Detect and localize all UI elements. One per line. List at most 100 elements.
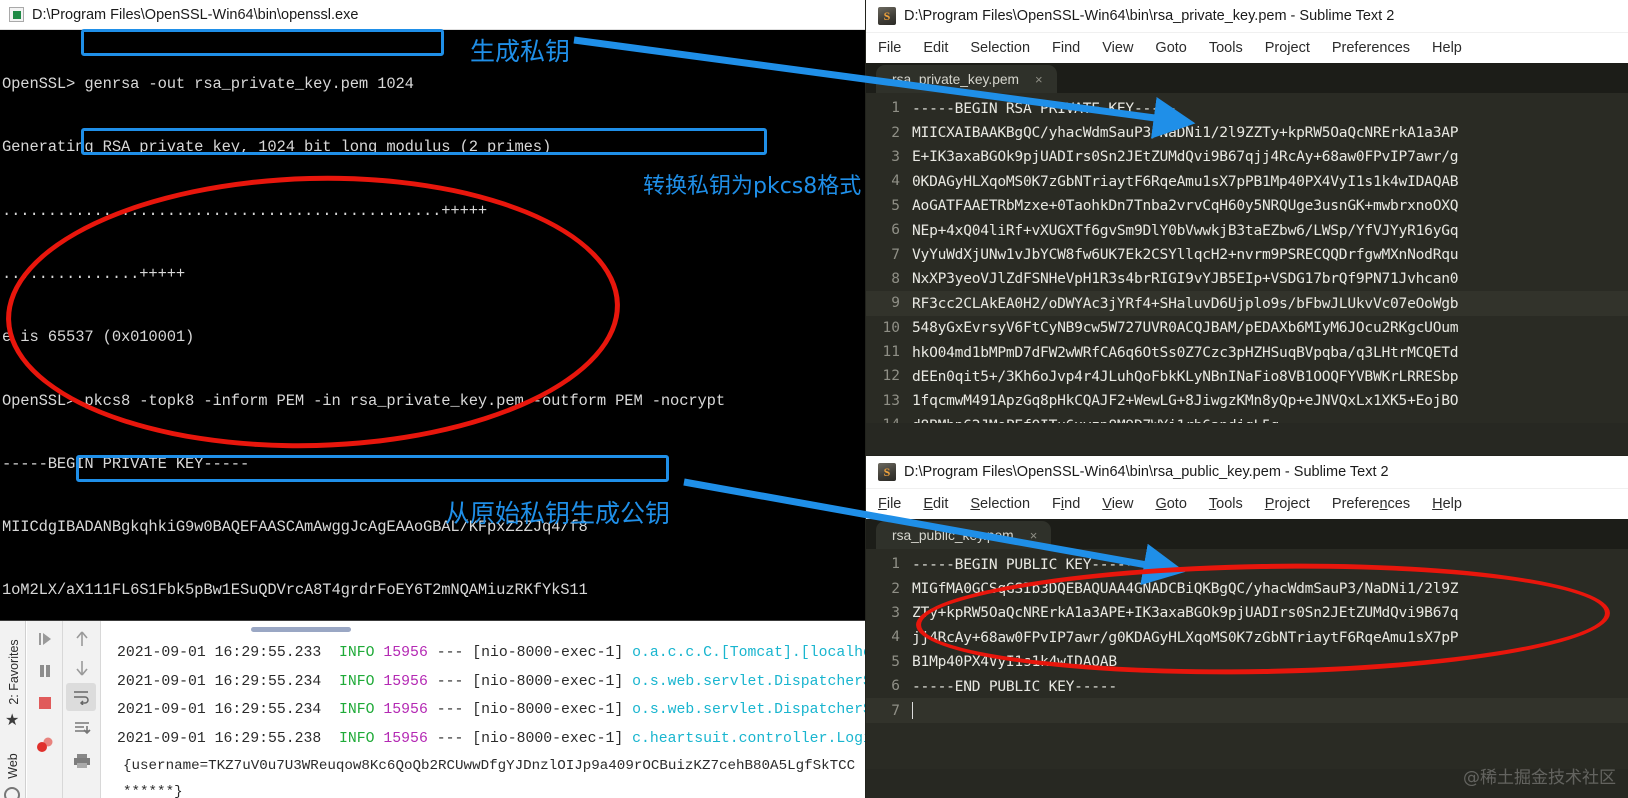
resume-icon[interactable] xyxy=(30,625,60,653)
menu-edit[interactable]: Edit xyxy=(923,40,948,56)
close-icon[interactable]: × xyxy=(1035,72,1043,87)
annotation-generate-private-key: 生成私钥 xyxy=(470,37,571,66)
menu-edit[interactable]: Edit xyxy=(923,496,948,512)
terminal-line: 1oM2LX/aX111FL6S1Fbk5pBw1ESuQDVrcA8T4grd… xyxy=(2,581,588,600)
menu-selection[interactable]: Selection xyxy=(970,40,1030,56)
sublime-public-tabstrip: rsa_public_key.pem × xyxy=(866,519,1628,549)
editor-row: 6 -----END PUBLIC KEY----- xyxy=(866,674,1628,698)
log-payload-line: ******} xyxy=(123,784,183,798)
line-number: 3 xyxy=(891,604,900,621)
scroll-to-end-icon[interactable] xyxy=(67,715,97,743)
menu-goto[interactable]: Goto xyxy=(1155,496,1186,512)
menu-preferences[interactable]: Preferences xyxy=(1332,40,1410,56)
log-sep: --- xyxy=(436,673,464,690)
line-number: 7 xyxy=(891,702,900,719)
line-text: -----BEGIN RSA PRIVATE KEY----- xyxy=(912,99,1177,117)
menu-help[interactable]: Help xyxy=(1432,40,1462,56)
sublime-public-editor[interactable]: 1 -----BEGIN PUBLIC KEY----- 2 MIGfMA0GCSq… xyxy=(866,549,1628,769)
log-row: 2021-09-01 16:29:55.234 INFO 15956 --- [… xyxy=(101,696,866,725)
editor-row: 13 1fqcmwM491ApzGq8pHkCQAJF2+WewLG+8Jiwgz… xyxy=(866,389,1628,413)
menu-goto[interactable]: Goto xyxy=(1155,40,1186,56)
menu-find[interactable]: Find xyxy=(1052,40,1080,56)
ide-console-toolbar xyxy=(63,621,101,798)
line-text: 0KDAGyHLXqoMS0K7zGbNTriaytF6RqeAmu1sX7pP… xyxy=(912,172,1459,190)
editor-row: 2 MIGfMA0GCSqGSIb3DQEBAQUAA4GNADCBiQKBgQC… xyxy=(866,576,1628,600)
sublime-private-titlebar: D:\Program Files\OpenSSL-Win64\bin\rsa_p… xyxy=(866,0,1628,33)
line-number: 6 xyxy=(891,678,900,695)
print-icon[interactable] xyxy=(67,747,97,775)
sidebar-item-web[interactable]: Web xyxy=(6,742,20,790)
terminal-output[interactable]: OpenSSL> genrsa -out rsa_private_key.pem… xyxy=(0,30,866,620)
scroll-down-icon[interactable] xyxy=(67,654,97,682)
screenshot-root: D:\Program Files\OpenSSL-Win64\bin\opens… xyxy=(0,0,1628,798)
menu-help[interactable]: Help xyxy=(1432,496,1462,512)
terminal-title: D:\Program Files\OpenSSL-Win64\bin\opens… xyxy=(32,6,359,23)
line-text: jj4RcAy+68aw0FPvIP7awr/g0KDAGyHLXqoMS0K7… xyxy=(912,628,1459,646)
tab-rsa-public-key[interactable]: rsa_public_key.pem × xyxy=(876,521,1052,549)
terminal-line: MIICdgIBADANBgkqhkiG9w0BAQEFAASCAmAwggJc… xyxy=(2,518,588,537)
line-number: 3 xyxy=(891,148,900,165)
line-text: NxXP3yeoVJlZdFSNHeVpH1R3s4brRIGI9vYJB5EI… xyxy=(912,270,1459,288)
line-number: 4 xyxy=(891,173,900,190)
line-text: RF3cc2CLAkEA0H2/oDWYAc3jYRf4+SHaluvD6Ujp… xyxy=(912,294,1459,312)
menu-project[interactable]: Project xyxy=(1265,496,1310,512)
line-text: MIGfMA0GCSqGSIb3DQEBAQUAA4GNADCBiQKBgQC/… xyxy=(912,580,1459,598)
menu-selection[interactable]: Selection xyxy=(970,496,1030,512)
line-text: B1Mp40PX4VyI1s1k4wIDAQAB xyxy=(912,653,1117,671)
menu-find[interactable]: Find xyxy=(1052,496,1080,512)
stop-icon[interactable] xyxy=(30,689,60,717)
log-sep: --- xyxy=(436,730,464,747)
menu-file[interactable]: File xyxy=(878,40,901,56)
editor-row: 10 548yGxEvrsyV6FtCyNB9cw5W727UVR0ACQJBAM… xyxy=(866,316,1628,340)
log-thread: [nio-8000-exec-1] xyxy=(472,645,624,661)
horizontal-scrollbar[interactable] xyxy=(251,627,351,632)
sublime-text-icon xyxy=(878,7,896,25)
close-icon[interactable]: × xyxy=(1030,528,1038,543)
tab-rsa-private-key[interactable]: rsa_private_key.pem × xyxy=(876,65,1057,93)
log-sep: --- xyxy=(436,645,464,661)
terminal-line: ...............+++++ xyxy=(2,265,186,284)
menu-tools[interactable]: Tools xyxy=(1209,496,1243,512)
menu-project[interactable]: Project xyxy=(1265,40,1310,56)
line-number: 1 xyxy=(891,556,900,573)
editor-row: 3 E+IK3axaBGOk9pjUADIrs0Sn2JEtZUMdQvi9B67… xyxy=(866,145,1628,169)
soft-wrap-icon[interactable] xyxy=(66,683,96,711)
sublime-private-key-window: D:\Program Files\OpenSSL-Win64\bin\rsa_p… xyxy=(866,0,1628,456)
editor-row: 12 dEEn0qit5+/3Kh6oJvp4r4JLuhQoFbkKLyNBnI… xyxy=(866,364,1628,388)
editor-row: 4 0KDAGyHLXqoMS0K7zGbNTriaytF6RqeAmu1sX7p… xyxy=(866,169,1628,193)
pause-icon[interactable] xyxy=(30,657,60,685)
console-window-icon xyxy=(9,7,24,22)
line-text: ZTy+kpRW5OaQcNRErkA1a3APE+IK3axaBGOk9pjU… xyxy=(912,604,1459,622)
line-text: 1fqcmwM491ApzGq8pHkCQAJF2+WewLG+8JiwgzKM… xyxy=(912,392,1459,410)
menu-preferences[interactable]: Preferences xyxy=(1332,496,1410,512)
line-number: 5 xyxy=(891,653,900,670)
annotation-generate-public-key: 从原始私钥生成公钥 xyxy=(445,499,671,528)
clock-icon[interactable] xyxy=(4,787,20,798)
terminal-line: -----BEGIN PRIVATE KEY----- xyxy=(2,454,250,473)
line-text: dEEn0qit5+/3Kh6oJvp4r4JLuhQoFbkKLyNBnINa… xyxy=(912,367,1459,385)
menu-view[interactable]: View xyxy=(1102,496,1133,512)
tab-label: rsa_public_key.pem xyxy=(892,527,1014,543)
line-number: 2 xyxy=(891,124,900,141)
sidebar-item-favorites[interactable]: 2: Favorites xyxy=(7,621,21,724)
menu-tools[interactable]: Tools xyxy=(1209,40,1243,56)
editor-row: 7 VyYuWdXjUNw1vJbYCW8fw6UK7Ek2CSYllqcH2+n… xyxy=(866,242,1628,266)
menu-file[interactable]: File xyxy=(878,496,901,512)
editor-row: 1 -----BEGIN RSA PRIVATE KEY----- xyxy=(866,96,1628,120)
camera-icon[interactable] xyxy=(30,731,60,759)
editor-row: 3 ZTy+kpRW5OaQcNRErkA1a3APE+IK3axaBGOk9pj… xyxy=(866,601,1628,625)
log-level: INFO xyxy=(339,702,375,718)
sublime-private-editor[interactable]: 1 -----BEGIN RSA PRIVATE KEY----- 2 MIICXA… xyxy=(866,93,1628,423)
sublime-public-menubar: File Edit Selection Find View Goto Tools… xyxy=(866,489,1628,519)
terminal-line: e is 65537 (0x010001) xyxy=(2,328,195,347)
line-number: 6 xyxy=(891,222,900,239)
line-text: 548yGxEvrsyV6FtCyNB9cw5W727UVR0ACQJBAM/p… xyxy=(912,319,1459,337)
terminal-line: ........................................… xyxy=(2,201,488,220)
line-number: 4 xyxy=(891,629,900,646)
star-icon[interactable]: ★ xyxy=(5,713,19,729)
menu-view[interactable]: View xyxy=(1102,40,1133,56)
line-number: 12 xyxy=(882,368,900,385)
log-level: INFO xyxy=(339,673,375,690)
scroll-up-icon[interactable] xyxy=(67,625,97,653)
ide-log-output[interactable]: 2021-09-01 16:29:55.233 INFO 15956 --- [… xyxy=(101,621,866,798)
